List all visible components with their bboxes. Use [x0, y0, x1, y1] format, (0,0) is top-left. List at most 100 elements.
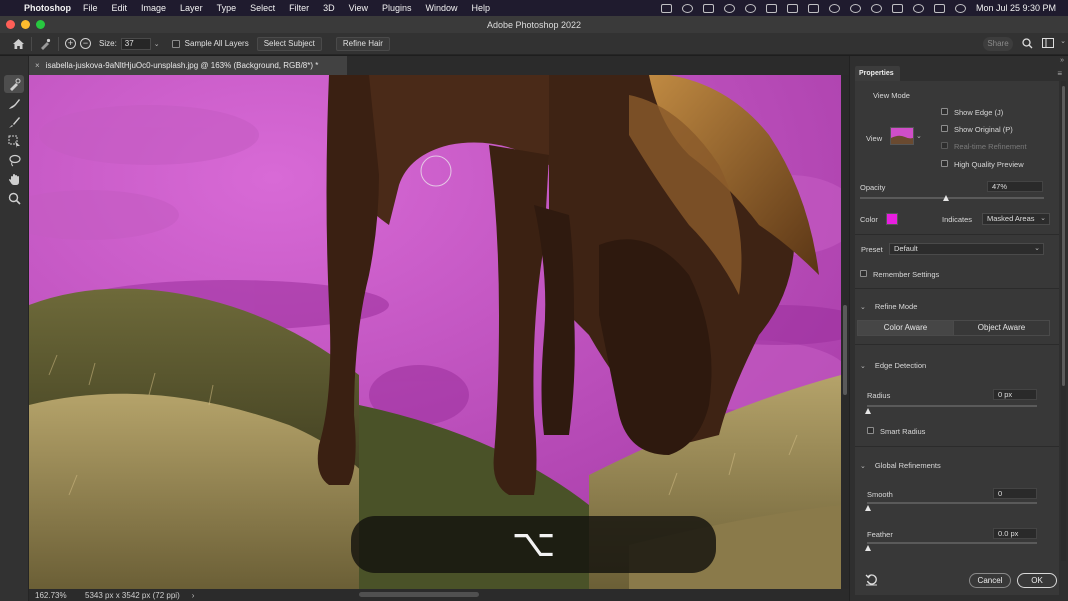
panel-scrollbar[interactable] [1061, 81, 1066, 561]
close-window-icon[interactable] [6, 20, 15, 29]
refine-mode-title: Refine Mode [874, 302, 918, 311]
chevron-down-icon[interactable]: ⌄ [916, 132, 922, 140]
control-center-icon[interactable] [933, 3, 945, 13]
close-tab-icon[interactable]: × [35, 61, 40, 70]
menu-edit[interactable]: Edit [112, 3, 128, 13]
share-button[interactable]: Share [983, 37, 1013, 51]
dropbox-icon[interactable] [702, 3, 714, 13]
layout-icon[interactable] [807, 3, 819, 13]
object-selection-tool-icon[interactable] [4, 132, 24, 150]
add-to-selection-icon[interactable]: + [65, 38, 76, 49]
show-edge-checkbox[interactable] [941, 108, 948, 115]
zoom-window-icon[interactable] [36, 20, 45, 29]
sample-all-layers-checkbox[interactable] [171, 39, 180, 48]
vpn-icon[interactable] [723, 3, 735, 13]
home-icon[interactable] [11, 37, 25, 51]
quick-selection-tool-icon[interactable] [4, 75, 24, 93]
refine-edge-brush-tool-icon[interactable] [4, 94, 24, 112]
menu-layer[interactable]: Layer [180, 3, 203, 13]
bookmark-icon[interactable] [786, 3, 798, 13]
workspace-icon[interactable] [1042, 38, 1054, 50]
show-original-checkbox[interactable] [941, 125, 948, 132]
chevron-down-icon[interactable]: ⌄ [154, 40, 160, 48]
color-aware-button[interactable]: Color Aware [858, 321, 953, 335]
zoom-tool-icon[interactable] [4, 189, 24, 207]
global-refinements-header[interactable]: ⌄ Global Refinements [860, 461, 941, 470]
menu-plugins[interactable]: Plugins [382, 3, 412, 13]
sync-icon[interactable] [744, 3, 756, 13]
cancel-button[interactable]: Cancel [969, 573, 1011, 588]
radius-slider-thumb[interactable] [865, 408, 871, 414]
opacity-slider-thumb[interactable] [943, 195, 950, 201]
lasso-tool-icon[interactable] [4, 151, 24, 169]
menu-type[interactable]: Type [217, 3, 237, 13]
menu-view[interactable]: View [349, 3, 368, 13]
ok-button[interactable]: OK [1017, 573, 1057, 588]
chevron-down-icon[interactable]: ⌄ [1060, 37, 1066, 45]
properties-tab[interactable]: Properties [855, 66, 900, 81]
options-divider [58, 36, 59, 51]
search-icon[interactable] [912, 3, 924, 13]
menubar-clock[interactable]: Mon Jul 25 9:30 PM [976, 3, 1056, 13]
radius-slider-track[interactable] [867, 405, 1037, 407]
refine-mode-header[interactable]: ⌄ Refine Mode [860, 302, 917, 311]
hand-tool-icon[interactable] [4, 170, 24, 188]
preset-dropdown[interactable]: Default ⌄ [889, 243, 1044, 255]
refine-hair-button[interactable]: Refine Hair [335, 36, 390, 51]
menu-3d[interactable]: 3D [323, 3, 335, 13]
smooth-slider-track[interactable] [867, 502, 1037, 504]
show-edge-label: Show Edge (J) [954, 108, 1004, 117]
object-aware-button[interactable]: Object Aware [953, 321, 1049, 335]
radius-input[interactable]: 0 px [993, 389, 1037, 400]
smart-radius-checkbox[interactable] [867, 427, 874, 434]
scrollbar-thumb[interactable] [843, 305, 847, 395]
screen-record-icon[interactable] [660, 3, 672, 13]
opacity-slider-track[interactable] [860, 197, 1044, 199]
wifi-icon[interactable] [849, 3, 861, 13]
reset-icon[interactable] [865, 573, 878, 588]
minimize-window-icon[interactable] [21, 20, 30, 29]
screenshot-icon[interactable] [765, 3, 777, 13]
brush-tool-icon[interactable] [4, 113, 24, 131]
indicates-dropdown[interactable]: Masked Areas ⌄ [982, 213, 1050, 225]
menu-help[interactable]: Help [472, 3, 491, 13]
mac-menubar: Photoshop File Edit Image Layer Type Sel… [0, 0, 1068, 16]
chevron-right-icon[interactable]: › [192, 591, 195, 600]
vertical-scrollbar[interactable] [841, 75, 849, 589]
opacity-input[interactable]: 47% [987, 181, 1043, 192]
bluetooth-icon[interactable] [828, 3, 840, 13]
high-quality-preview-checkbox[interactable] [941, 160, 948, 167]
smooth-slider-thumb[interactable] [865, 505, 871, 511]
menu-select[interactable]: Select [250, 3, 275, 13]
user-icon[interactable] [870, 3, 882, 13]
menu-image[interactable]: Image [141, 3, 166, 13]
feather-slider-thumb[interactable] [865, 545, 871, 551]
smooth-input[interactable]: 0 [993, 488, 1037, 499]
menu-file[interactable]: File [83, 3, 98, 13]
scrollbar-thumb[interactable] [1062, 86, 1065, 386]
zoom-level[interactable]: 162.73% [35, 591, 75, 600]
quick-selection-tool-preset-icon[interactable] [38, 37, 52, 51]
siri-icon[interactable] [954, 3, 966, 13]
horizontal-scrollbar[interactable] [359, 592, 479, 597]
subtract-from-selection-icon[interactable]: − [80, 38, 91, 49]
creative-cloud-icon[interactable] [681, 3, 693, 13]
view-mode-thumbnail[interactable] [890, 127, 914, 145]
feather-input[interactable]: 0.0 px [993, 528, 1037, 539]
feather-slider-track[interactable] [867, 542, 1037, 544]
remember-settings-checkbox[interactable] [860, 270, 867, 277]
overlay-color-swatch[interactable] [886, 213, 898, 225]
document-tab[interactable]: × isabella-juskova-9aNltHjuOc0-unsplash.… [29, 56, 347, 75]
panel-menu-icon[interactable]: ≡ [1057, 69, 1062, 78]
edge-detection-header[interactable]: ⌄ Edge Detection [860, 361, 926, 370]
remember-settings-label: Remember Settings [873, 270, 940, 279]
search-icon[interactable] [1022, 38, 1033, 51]
image-canvas[interactable] [29, 75, 841, 589]
menu-app-name[interactable]: Photoshop [24, 3, 71, 13]
menu-window[interactable]: Window [426, 3, 458, 13]
collapse-panel-icon[interactable]: » [1060, 57, 1064, 64]
select-subject-button[interactable]: Select Subject [256, 36, 322, 51]
battery-icon[interactable] [891, 3, 903, 13]
brush-size-input[interactable]: 37 [120, 37, 151, 50]
menu-filter[interactable]: Filter [289, 3, 309, 13]
